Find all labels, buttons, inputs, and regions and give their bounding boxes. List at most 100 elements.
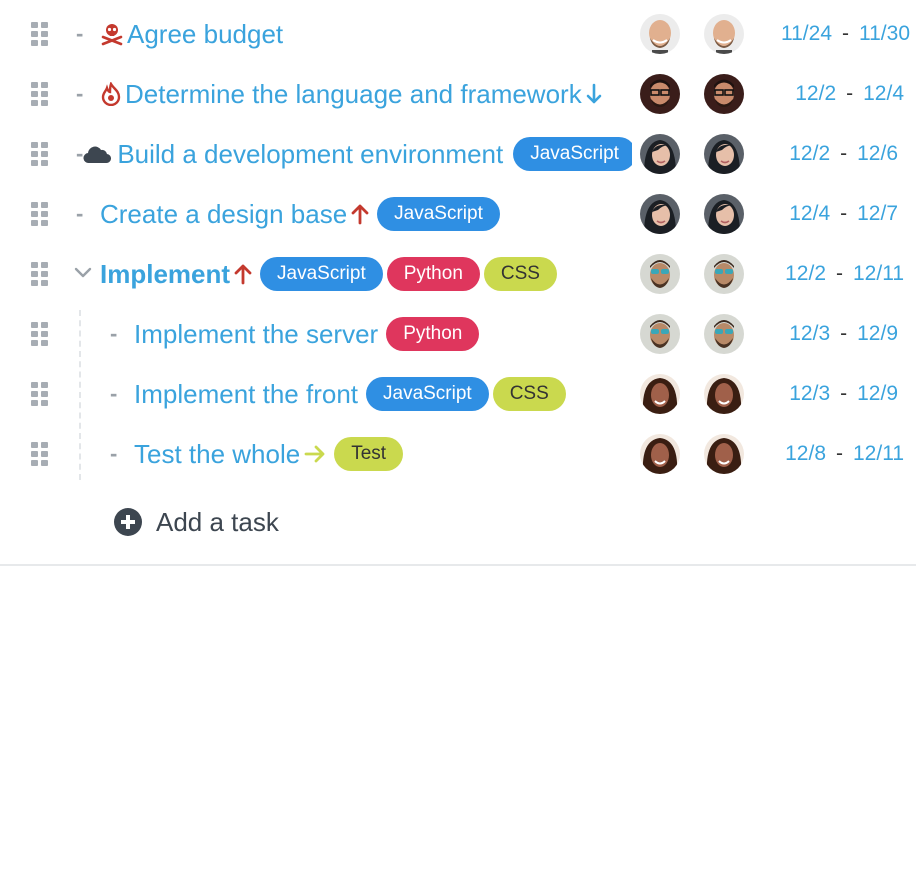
assignee-avatar[interactable] bbox=[640, 434, 680, 474]
drag-handle-icon[interactable] bbox=[31, 322, 49, 346]
assignee-avatar[interactable] bbox=[704, 254, 744, 294]
task-title[interactable]: Implement the server bbox=[134, 319, 378, 350]
drag-handle-icon[interactable] bbox=[31, 22, 49, 46]
start-date[interactable]: 12/2 bbox=[785, 262, 826, 286]
assignee-avatar[interactable] bbox=[704, 134, 744, 174]
task-row: - Build a development environment JavaSc… bbox=[0, 124, 916, 184]
date-range: 12/2 - 12/4 bbox=[795, 64, 904, 124]
tag-javascript[interactable]: JavaScript bbox=[260, 257, 383, 291]
tag-css[interactable]: CSS bbox=[492, 377, 566, 411]
assignee-avatar[interactable] bbox=[640, 14, 680, 54]
start-date[interactable]: 12/4 bbox=[789, 202, 830, 226]
assignee-avatar[interactable] bbox=[704, 14, 744, 54]
skull-crossbones-icon bbox=[100, 22, 124, 46]
date-separator: - bbox=[842, 22, 849, 45]
end-date[interactable]: 11/30 bbox=[859, 22, 910, 46]
task-bullet: - bbox=[110, 441, 118, 466]
date-separator: - bbox=[846, 82, 854, 105]
assignee-avatar[interactable] bbox=[640, 74, 680, 114]
task-row: - Agree budget 11/24 - 11/30 bbox=[0, 4, 916, 64]
start-date[interactable]: 12/2 bbox=[795, 82, 836, 106]
assignee-avatar[interactable] bbox=[704, 314, 744, 354]
task-row: Implement JavaScript Python CSS 12/2 - 1… bbox=[0, 244, 916, 304]
assignee-avatar[interactable] bbox=[640, 374, 680, 414]
date-separator: - bbox=[840, 142, 848, 165]
end-date[interactable]: 12/9 bbox=[857, 382, 898, 406]
end-date[interactable]: 12/11 bbox=[853, 442, 904, 466]
plus-circle-icon bbox=[114, 508, 142, 536]
date-range: 12/4 - 12/7 bbox=[789, 184, 898, 244]
task-bullet: - bbox=[76, 201, 84, 226]
end-date[interactable]: 12/9 bbox=[857, 322, 898, 346]
tag-css[interactable]: CSS bbox=[483, 257, 557, 291]
tag-javascript[interactable]: JavaScript bbox=[377, 197, 500, 231]
date-range: 12/2 - 12/6 bbox=[789, 124, 898, 184]
task-title[interactable]: Determine the language and framework bbox=[125, 79, 582, 110]
task-row: - Test the whole Test 12/8 - 12/11 bbox=[0, 424, 916, 484]
date-separator: - bbox=[840, 382, 848, 405]
task-bullet: - bbox=[76, 21, 84, 46]
task-row: - Implement the server Python 12/3 - 12/… bbox=[0, 304, 916, 364]
assignee-avatar[interactable] bbox=[704, 434, 744, 474]
drag-handle-icon[interactable] bbox=[31, 442, 49, 466]
task-bullet: - bbox=[110, 321, 118, 346]
arrow-right-icon bbox=[304, 445, 326, 463]
assignee-avatar[interactable] bbox=[704, 374, 744, 414]
task-title[interactable]: Implement the front bbox=[134, 379, 358, 410]
add-task-label: Add a task bbox=[156, 506, 279, 537]
task-title[interactable]: Implement bbox=[100, 259, 230, 290]
drag-handle-icon[interactable] bbox=[31, 262, 49, 286]
date-separator: - bbox=[836, 442, 843, 465]
start-date[interactable]: 12/3 bbox=[789, 322, 830, 346]
date-separator: - bbox=[836, 262, 843, 285]
date-range: 12/3 - 12/9 bbox=[789, 304, 898, 364]
assignee-avatar[interactable] bbox=[640, 194, 680, 234]
start-date[interactable]: 12/3 bbox=[789, 382, 830, 406]
arrow-up-icon bbox=[351, 203, 369, 225]
date-range: 11/24 - 11/30 bbox=[781, 4, 910, 64]
tag-javascript[interactable]: JavaScript bbox=[366, 377, 489, 411]
drag-handle-icon[interactable] bbox=[31, 82, 49, 106]
tag-javascript[interactable]: JavaScript bbox=[513, 137, 632, 171]
arrow-down-icon bbox=[586, 83, 602, 105]
end-date[interactable]: 12/11 bbox=[853, 262, 904, 286]
task-row: - Implement the front JavaScript CSS 12/… bbox=[0, 364, 916, 424]
date-range: 12/3 - 12/9 bbox=[789, 364, 898, 424]
task-list: - Agree budget 11/24 - 11/30 - Determine… bbox=[0, 4, 916, 484]
assignee-avatar[interactable] bbox=[640, 254, 680, 294]
date-separator: - bbox=[840, 322, 848, 345]
drag-handle-icon[interactable] bbox=[31, 202, 49, 226]
drag-handle-icon[interactable] bbox=[31, 142, 49, 166]
divider bbox=[0, 564, 916, 566]
tag-test[interactable]: Test bbox=[334, 437, 404, 471]
task-title[interactable]: Create a design base bbox=[100, 199, 347, 230]
assignee-avatar[interactable] bbox=[704, 194, 744, 234]
task-row: - Determine the language and framework 1… bbox=[0, 64, 916, 124]
end-date[interactable]: 12/6 bbox=[857, 142, 898, 166]
task-row: - Create a design base JavaScript 12/4 -… bbox=[0, 184, 916, 244]
end-date[interactable]: 12/7 bbox=[857, 202, 898, 226]
task-title[interactable]: Agree budget bbox=[127, 19, 283, 50]
date-range: 12/8 - 12/11 bbox=[785, 424, 904, 484]
assignee-avatar[interactable] bbox=[640, 314, 680, 354]
assignee-avatar[interactable] bbox=[704, 74, 744, 114]
drag-handle-icon[interactable] bbox=[31, 382, 49, 406]
start-date[interactable]: 12/2 bbox=[789, 142, 830, 166]
tag-python[interactable]: Python bbox=[386, 257, 480, 291]
end-date[interactable]: 12/4 bbox=[863, 82, 904, 106]
arrow-up-icon bbox=[234, 263, 252, 285]
cloud-icon bbox=[83, 144, 112, 164]
assignee-avatar[interactable] bbox=[640, 134, 680, 174]
task-bullet: - bbox=[76, 81, 84, 106]
start-date[interactable]: 12/8 bbox=[785, 442, 826, 466]
date-range: 12/2 - 12/11 bbox=[785, 244, 904, 304]
task-title[interactable]: Build a development environment bbox=[117, 139, 503, 170]
tag-python[interactable]: Python bbox=[386, 317, 480, 351]
chevron-down-icon[interactable] bbox=[74, 266, 92, 280]
date-separator: - bbox=[840, 202, 848, 225]
task-title[interactable]: Test the whole bbox=[134, 439, 300, 470]
task-bullet: - bbox=[110, 381, 118, 406]
task-bullet: - bbox=[76, 141, 84, 166]
add-task-button[interactable]: Add a task bbox=[114, 504, 279, 540]
start-date[interactable]: 11/24 bbox=[781, 22, 832, 46]
